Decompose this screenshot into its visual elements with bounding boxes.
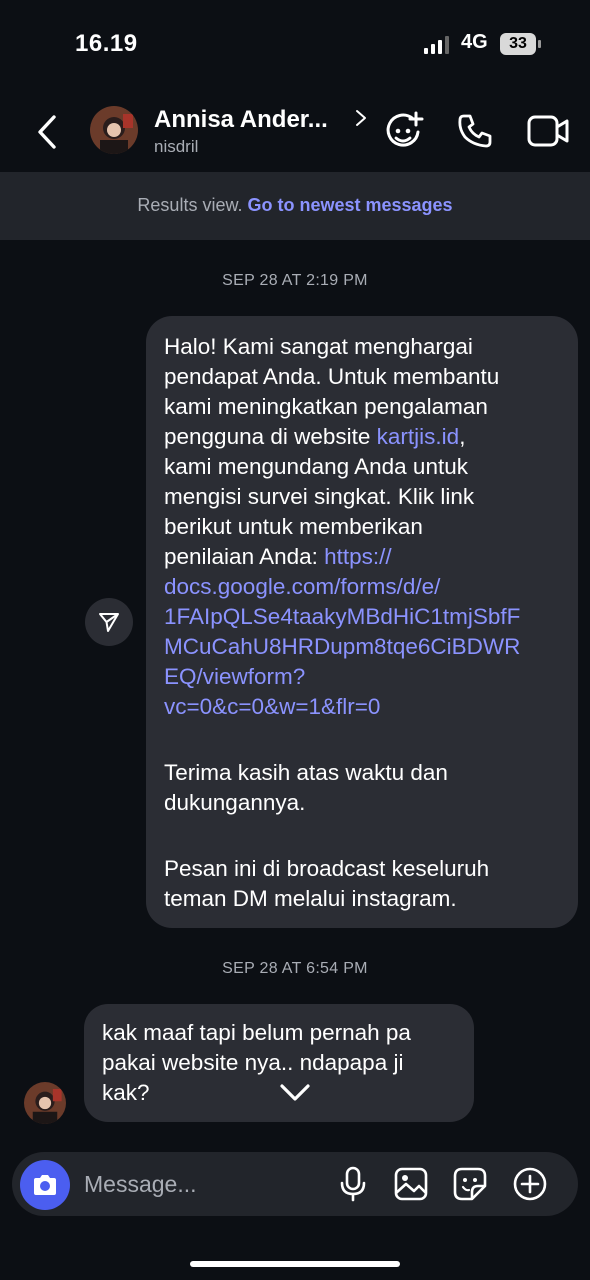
message-text: dukungannya.: [164, 790, 306, 815]
message-text: pengguna di website: [164, 424, 377, 449]
gallery-icon[interactable]: [393, 1166, 429, 1202]
message-timestamp: SEP 28 AT 6:54 PM: [222, 960, 368, 977]
message-text: mengisi survei singkat. Klik link: [164, 484, 475, 509]
message-text: berikut untuk memberikan: [164, 514, 423, 539]
camera-icon: [34, 1175, 56, 1195]
message-text: kami meningkatkan pengalaman: [164, 394, 488, 419]
outgoing-message-bubble[interactable]: Halo! Kami sangat menghargai pendapat An…: [146, 316, 578, 928]
contact-username: nisdril: [154, 137, 199, 156]
battery-level: 33: [500, 33, 536, 55]
survey-link[interactable]: MCuCahU8HRDupm8tqe6CiBDWR: [164, 632, 560, 662]
survey-link[interactable]: https://: [324, 544, 392, 569]
results-label: Results view.: [137, 195, 243, 215]
message-text: pendapat Anda. Untuk membantu: [164, 364, 500, 389]
avatar[interactable]: [90, 106, 138, 154]
website-link[interactable]: kartjis.id: [377, 424, 460, 449]
results-banner: Results view. Go to newest messages: [0, 172, 590, 240]
send-icon: [99, 613, 119, 632]
survey-link[interactable]: 1FAIpQLSe4taakyMBdHiC1tmjSbfF: [164, 602, 560, 632]
message-timestamp: SEP 28 AT 2:19 PM: [222, 272, 368, 289]
avatar[interactable]: [24, 1082, 66, 1124]
survey-link[interactable]: EQ/viewform?: [164, 662, 560, 692]
network-type: 4G: [461, 31, 488, 53]
home-indicator: [190, 1261, 400, 1267]
effects-icon[interactable]: [383, 110, 425, 152]
go-to-newest-link[interactable]: Go to newest messages: [247, 195, 452, 215]
message-text: ,: [459, 424, 466, 449]
message-text: kak maaf tapi belum pernah pa: [102, 1020, 411, 1045]
share-button[interactable]: [85, 598, 133, 646]
message-text: penilaian Anda:: [164, 544, 325, 569]
contact-name[interactable]: Annisa Ander...: [154, 106, 328, 134]
chevron-down-icon[interactable]: [278, 1080, 312, 1106]
message-text: pakai website nya.. ndapapa ji: [102, 1050, 404, 1075]
plus-circle-icon[interactable]: [512, 1166, 548, 1202]
message-text: penilaian Anda: https://: [164, 542, 560, 572]
message-text: pengguna di website kartjis.id,: [164, 422, 560, 452]
signal-icon: [424, 36, 449, 54]
battery-icon: 33: [500, 33, 542, 55]
message-text: Terima kasih atas waktu dan: [164, 760, 448, 785]
chevron-right-icon[interactable]: [354, 108, 368, 128]
microphone-icon[interactable]: [338, 1166, 368, 1202]
back-arrow-icon[interactable]: [30, 112, 66, 152]
message-text: Halo! Kami sangat menghargai: [164, 334, 473, 359]
camera-button[interactable]: [20, 1160, 70, 1210]
phone-icon[interactable]: [456, 112, 494, 150]
status-time: 16.19: [75, 30, 138, 57]
message-text: kami mengundang Anda untuk: [164, 454, 468, 479]
message-input[interactable]: [84, 1164, 314, 1204]
video-camera-icon[interactable]: [527, 114, 569, 148]
sticker-icon[interactable]: [452, 1166, 488, 1202]
message-text: Pesan ini di broadcast keseluruh: [164, 856, 490, 881]
survey-link[interactable]: docs.google.com/forms/d/e/: [164, 572, 560, 602]
survey-link[interactable]: vc=0&c=0&w=1&flr=0: [164, 692, 560, 722]
message-text: teman DM melalui instagram.: [164, 886, 457, 911]
